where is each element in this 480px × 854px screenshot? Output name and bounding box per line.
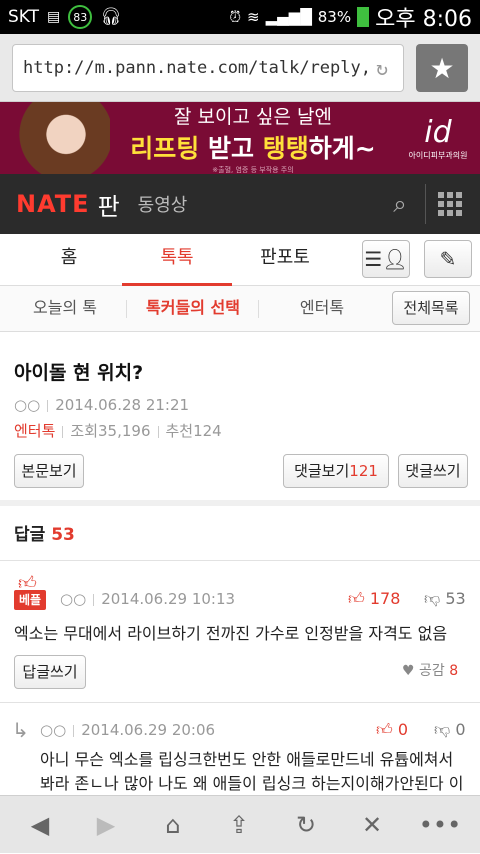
- all-list-button[interactable]: 전체목록: [392, 291, 470, 325]
- headphone-icon: 🎧︎: [100, 7, 122, 27]
- browser-toolbar: http://m.pann.nate.com/talk/reply, ↻ ★: [0, 34, 480, 102]
- reply-text-line-2: 봐라 존ㄴ나 많아 나도 왜 애들이 립싱크 하는지이해가안된다 이: [40, 774, 464, 793]
- ad-fine-print: ※출혈, 염증 등 부작용 주의: [212, 165, 294, 174]
- pann-logo[interactable]: 판: [98, 187, 120, 222]
- subtab-today[interactable]: 오늘의 톡: [20, 286, 110, 332]
- thumbs-down-icon: 👎︎: [434, 720, 451, 739]
- best-badge: 베플: [14, 590, 46, 610]
- close-icon[interactable]: ✕: [342, 796, 402, 854]
- section-gap: [0, 500, 480, 506]
- write-comment-button[interactable]: 댓글쓰기: [398, 454, 468, 488]
- reply-author: ○○: [60, 590, 87, 608]
- ad-logo: id 아이디피부과의원: [408, 115, 468, 160]
- alarm-icon: ⏰︎: [229, 8, 242, 26]
- reply-date: 2014.06.29 10:13: [101, 590, 236, 608]
- tab-pannphoto[interactable]: 판포토: [230, 234, 340, 286]
- view-comments-button[interactable]: 댓글보기121: [283, 454, 389, 488]
- article-stats: 엔터톡 조회35,196 추천124: [14, 420, 222, 441]
- upvote-button[interactable]: 👍︎ 178: [348, 589, 400, 609]
- browser-bottom-bar: ◀ ▶ ⌂ ⇪ ↻ ✕ •••: [0, 795, 480, 853]
- subtab-divider: [126, 300, 127, 318]
- article-title: 아이돌 현 위치?: [14, 362, 144, 384]
- downvote-button[interactable]: 👎︎ 53: [424, 589, 466, 609]
- reply-meta: ○○ 2014.06.29 10:13: [60, 590, 235, 608]
- header-divider: [425, 184, 426, 224]
- thumbs-up-icon: 👍︎: [348, 589, 365, 608]
- tab-home[interactable]: 홈: [14, 234, 124, 286]
- replies-heading: 답글 53: [14, 525, 75, 545]
- share-icon[interactable]: ⇪: [209, 796, 269, 854]
- profile-list-icon: ☰👤︎: [364, 247, 408, 271]
- carrier-label: SKT: [8, 7, 40, 27]
- sim-icon: ▤: [47, 9, 61, 25]
- status-bar: SKT ▤ 83 🎧︎ ⏰︎ ≋ ▂▄▆█ 83% 오후 8:06: [0, 0, 480, 34]
- battery-circle-icon: 83: [68, 5, 93, 29]
- reply-text-line-1: 아니 무슨 엑소를 립싱크한번도 안한 애들로만드네 유튭에쳐서: [40, 750, 454, 769]
- reply-arrow-icon: ↳: [12, 718, 29, 742]
- article-meta: ○○ 2014.06.28 21:21: [14, 396, 189, 414]
- battery-percent: 83%: [317, 8, 352, 26]
- main-tabs: 홈 톡톡 판포토 ☰👤︎ ✎: [0, 234, 480, 286]
- article-views: 조회35,196: [70, 422, 151, 440]
- ad-line-1: 잘 보이고 싶은 날엔: [174, 105, 332, 128]
- forward-icon[interactable]: ▶: [76, 796, 136, 854]
- ad-copy: 잘 보이고 싶은 날엔 리프팅 받고 탱탱하게~ ※출혈, 염증 등 부작용 주…: [110, 102, 396, 174]
- menu-grid-icon[interactable]: [438, 192, 462, 216]
- battery-icon: [357, 7, 370, 27]
- home-icon[interactable]: ⌂: [143, 796, 203, 854]
- article-recommends: 추천124: [165, 422, 222, 440]
- clock: 오후 8:06: [375, 7, 472, 32]
- more-icon[interactable]: •••: [410, 796, 470, 854]
- thumbs-up-icon: 👍︎: [376, 720, 393, 739]
- reply-author: ○○: [40, 721, 67, 739]
- upvote-button[interactable]: 👍︎ 0: [376, 720, 408, 740]
- url-text: http://m.pann.nate.com/talk/reply,: [23, 58, 371, 78]
- reply-meta: ○○ 2014.06.29 20:06: [40, 721, 215, 739]
- reply-date: 2014.06.29 20:06: [81, 721, 216, 739]
- wifi-icon: ≋: [247, 8, 260, 26]
- ad-banner[interactable]: 잘 보이고 싶은 날엔 리프팅 받고 탱탱하게~ ※출혈, 염증 등 부작용 주…: [0, 102, 480, 174]
- tab-talk[interactable]: 톡톡: [122, 234, 232, 286]
- pencil-icon: ✎: [439, 247, 457, 271]
- article-author: ○○: [14, 396, 41, 414]
- subtab-divider: [258, 300, 259, 318]
- reload-icon[interactable]: ↻: [276, 796, 336, 854]
- view-body-button[interactable]: 본문보기: [14, 454, 84, 488]
- downvote-button[interactable]: 👎︎ 0: [434, 720, 466, 740]
- url-input[interactable]: http://m.pann.nate.com/talk/reply, ↻: [12, 44, 404, 92]
- my-profile-button[interactable]: ☰👤︎: [362, 240, 410, 278]
- search-icon[interactable]: ⌕: [380, 174, 420, 234]
- reply-write-button[interactable]: 답글쓰기: [14, 655, 86, 689]
- heart-icon: ♥: [402, 663, 415, 679]
- back-icon[interactable]: ◀: [10, 796, 70, 854]
- divider: [0, 702, 480, 703]
- nate-logo[interactable]: NATE: [16, 190, 90, 218]
- ad-line-2: 리프팅 받고 탱탱하게~: [130, 133, 376, 163]
- article-category[interactable]: 엔터톡: [14, 422, 55, 440]
- divider: [0, 560, 480, 561]
- video-link[interactable]: 동영상: [138, 191, 188, 217]
- subtab-talkers-choice[interactable]: 톡커들의 선택: [138, 286, 248, 332]
- like-button[interactable]: ♥ 공감 8: [402, 660, 458, 680]
- ad-model-image: [0, 102, 110, 174]
- write-button[interactable]: ✎: [424, 240, 472, 278]
- reply-text: 엑소는 무대에서 라이브하기 전까진 가수로 인정받을 자격도 없음: [14, 624, 448, 643]
- replies-count: 53: [51, 525, 75, 545]
- refresh-icon[interactable]: ↻: [371, 57, 393, 79]
- signal-icon: ▂▄▆█: [265, 8, 312, 26]
- site-header: NATE 판 동영상 ⌕: [0, 174, 480, 234]
- sub-tabs: 오늘의 톡 톡커들의 선택 엔터톡 전체목록: [0, 286, 480, 332]
- subtab-enter[interactable]: 엔터톡: [284, 286, 360, 332]
- bookmark-star-button[interactable]: ★: [416, 44, 468, 92]
- thumbs-down-icon: 👎︎: [424, 589, 441, 608]
- article-date: 2014.06.28 21:21: [55, 396, 190, 414]
